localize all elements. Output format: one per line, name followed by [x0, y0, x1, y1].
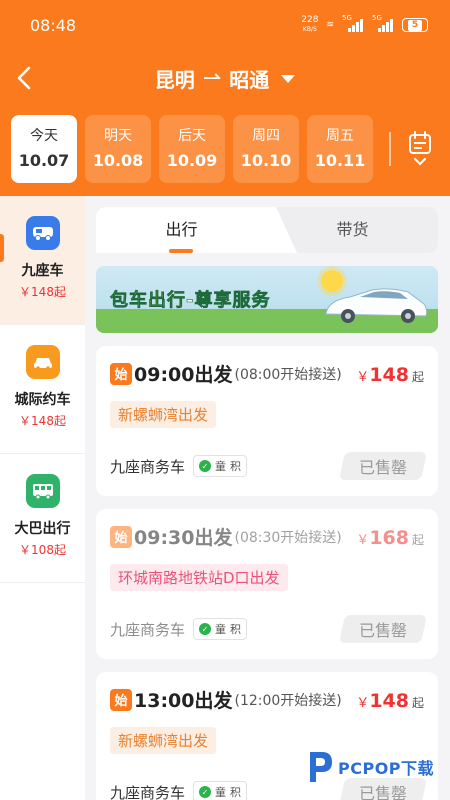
- dropdown-caret-icon: [281, 74, 296, 83]
- status-time: 08:48: [30, 16, 77, 35]
- car-icon: [25, 345, 60, 379]
- sidebar-item-nine-seater[interactable]: 九座车 ￥148起: [0, 196, 85, 325]
- main-content: 出行 带货 包车出行-尊享服务 始 09:00出发 (08:00开始接送) ￥ …: [96, 207, 438, 800]
- tab-delivery[interactable]: 带货: [267, 207, 438, 253]
- date-tab-thursday[interactable]: 周四 10.10: [233, 115, 299, 183]
- van-icon: [25, 216, 60, 250]
- feature-tag: ✓ 童 积: [193, 781, 248, 800]
- date-selector: 今天 10.07 明天 10.08 后天 10.09 周四 10.10 周五 1…: [11, 115, 373, 183]
- divider: [389, 132, 391, 166]
- check-icon: ✓: [199, 460, 212, 472]
- departure-location: 环城南路地铁站D口出发: [110, 564, 288, 591]
- trip-card[interactable]: 始 09:30出发 (08:30开始接送) ￥ 168 起 环城南路地铁站D口出…: [96, 509, 438, 659]
- date-tab-today[interactable]: 今天 10.07: [11, 115, 77, 183]
- origin-badge: 始: [110, 525, 132, 548]
- departure-location: 新螺蛳湾出发: [110, 401, 217, 428]
- vehicle-type: 九座商务车: [110, 620, 186, 639]
- price: ￥ 148 起: [356, 364, 424, 386]
- signal-icon: 5G: [342, 14, 364, 32]
- tab-bar: 出行 带货: [96, 207, 438, 253]
- pickup-time: (08:30开始接送): [234, 529, 342, 546]
- date-tab-day-after[interactable]: 后天 10.09: [159, 115, 225, 183]
- sold-out-button[interactable]: 已售罄: [339, 615, 427, 643]
- trip-card[interactable]: 始 09:00出发 (08:00开始接送) ￥ 148 起 新螺蛳湾出发 九座商…: [96, 346, 438, 496]
- pickup-time: (08:00开始接送): [234, 366, 342, 383]
- sold-out-button[interactable]: 已售罄: [339, 452, 427, 480]
- date-tab-friday[interactable]: 周五 10.11: [307, 115, 373, 183]
- departure-location: 新螺蛳湾出发: [110, 727, 217, 754]
- route-selector[interactable]: 昆明 ⇀ 昭通: [0, 64, 450, 93]
- sidebar-item-bus[interactable]: 大巴出行 ￥108起: [0, 454, 85, 583]
- banner-text: 包车出行-尊享服务: [110, 290, 271, 312]
- vehicle-type: 九座商务车: [110, 783, 186, 800]
- tab-travel[interactable]: 出行: [96, 207, 267, 253]
- promo-banner[interactable]: 包车出行-尊享服务: [96, 266, 438, 333]
- watermark-text: PCPOP下载: [338, 759, 435, 778]
- price: ￥ 148 起: [356, 690, 424, 712]
- feature-tag: ✓ 童 积: [193, 455, 248, 477]
- date-tab-tomorrow[interactable]: 明天 10.08: [85, 115, 151, 183]
- watermark-logo-icon: [310, 752, 332, 782]
- category-sidebar: 九座车 ￥148起 城际约车 ￥148起 大巴出行 ￥108起: [0, 196, 85, 800]
- sidebar-item-intercity[interactable]: 城际约车 ￥148起: [0, 325, 85, 454]
- depart-time: 09:30出发: [134, 527, 233, 549]
- status-bar: 08:48 228 KB/S ≋ 5G 5G 5: [0, 0, 450, 52]
- check-icon: ✓: [199, 786, 212, 798]
- feature-tag: ✓ 童 积: [193, 618, 248, 640]
- depart-time: 13:00出发: [134, 690, 233, 712]
- destination-city: 昭通: [229, 68, 270, 92]
- depart-time: 09:00出发: [134, 364, 233, 386]
- status-icons: 228 KB/S ≋ 5G 5G 5: [301, 14, 428, 34]
- signal-icon: 5G: [372, 14, 394, 32]
- bus-icon: [25, 474, 60, 508]
- calendar-icon[interactable]: [405, 130, 435, 170]
- wifi-icon: ≋: [326, 20, 334, 30]
- watermark: PCPOP下载: [304, 748, 434, 786]
- header-bar: 08:48 228 KB/S ≋ 5G 5G 5 昆明 ⇀ 昭通 今天 10.0…: [0, 0, 450, 196]
- battery-icon: 5: [402, 18, 428, 32]
- car-illustration-icon: [325, 288, 428, 323]
- origin-badge: 始: [110, 688, 132, 711]
- origin-city: 昆明: [154, 68, 195, 92]
- vehicle-type: 九座商务车: [110, 457, 186, 476]
- check-icon: ✓: [199, 623, 212, 635]
- origin-badge: 始: [110, 362, 132, 385]
- price: ￥ 168 起: [356, 527, 424, 549]
- pickup-time: (12:00开始接送): [234, 692, 342, 709]
- network-speed: 228 KB/S: [301, 15, 319, 34]
- route-arrow-icon: ⇀: [202, 66, 222, 91]
